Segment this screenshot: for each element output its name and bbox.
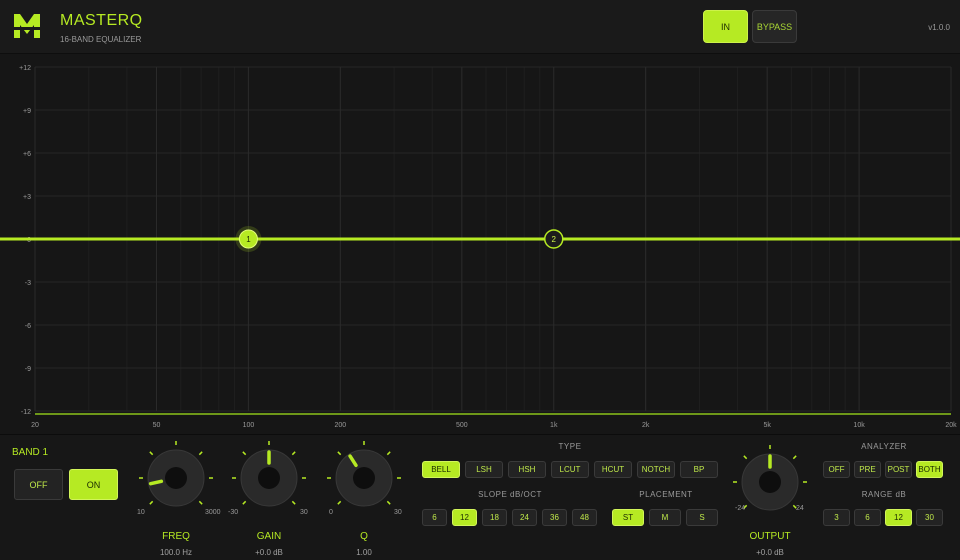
- output-value: +0.0 dB: [756, 548, 784, 557]
- placement-option-s[interactable]: S: [686, 509, 718, 526]
- freq-knob[interactable]: [138, 440, 214, 516]
- x-tick-label: 100: [243, 422, 255, 429]
- freq-label: FREQ: [162, 531, 190, 542]
- app-subtitle: 16-BAND EQUALIZER: [60, 35, 142, 44]
- analyzer-option-post[interactable]: POST: [885, 461, 912, 478]
- freq-value: 100.0 Hz: [159, 548, 193, 557]
- output-label: OUTPUT: [749, 531, 791, 542]
- y-tick-label: -9: [25, 366, 31, 373]
- knob-tick: [149, 500, 154, 505]
- type-option-notch[interactable]: NOTCH: [637, 461, 675, 478]
- y-tick-label: -12: [21, 409, 31, 416]
- app-title: MASTERQ: [60, 12, 143, 29]
- q-knob[interactable]: [326, 440, 402, 516]
- header-bar: MASTERQ 16-BAND EQUALIZER IN BYPASS v1.0…: [0, 0, 960, 54]
- x-tick-label: 10k: [853, 422, 865, 429]
- y-tick-label: +12: [19, 65, 31, 72]
- y-tick-label: -6: [25, 323, 31, 330]
- freq-max-label: 3000: [205, 509, 221, 516]
- y-tick-label: +6: [23, 151, 31, 158]
- band-node-2[interactable]: 2: [544, 229, 564, 249]
- placement-option-m[interactable]: M: [649, 509, 681, 526]
- knob-tick: [242, 500, 247, 505]
- knob-tick: [242, 451, 247, 456]
- in-button[interactable]: IN: [703, 10, 748, 43]
- placement-label: PLACEMENT: [639, 490, 693, 499]
- band-control-panel: BAND 1 OFF ON 10 3000 FREQ 100.0 Hz -30 …: [0, 434, 960, 560]
- y-tick-label: -3: [25, 280, 31, 287]
- q-label: Q: [360, 531, 368, 542]
- slope-option-12[interactable]: 12: [452, 509, 477, 526]
- gain-min-label: -30: [228, 509, 239, 516]
- x-tick-label: 500: [456, 422, 468, 429]
- knob-tick: [291, 451, 296, 456]
- slope-option-36[interactable]: 36: [542, 509, 567, 526]
- output-max-label: 24: [796, 505, 804, 512]
- type-label: TYPE: [558, 442, 582, 451]
- eq-plugin-window: MASTERQ 16-BAND EQUALIZER IN BYPASS v1.0…: [0, 0, 960, 560]
- output-min-label: -24: [735, 505, 746, 512]
- type-option-hsh[interactable]: HSH: [508, 461, 546, 478]
- knob-tick: [198, 451, 203, 456]
- q-min-label: 0: [329, 509, 333, 516]
- knob-tick: [386, 500, 391, 505]
- x-tick-label: 50: [153, 422, 161, 429]
- band-title: BAND 1: [12, 447, 49, 458]
- band-node-label: 2: [552, 235, 557, 244]
- type-option-bp[interactable]: BP: [680, 461, 718, 478]
- knob-tick: [386, 451, 391, 456]
- eq-graph[interactable]: +12+9+6+30-3-6-9-1220501002005001k2k5k10…: [0, 55, 960, 434]
- range-option-6[interactable]: 6: [854, 509, 881, 526]
- gain-knob[interactable]: [231, 440, 307, 516]
- knob-tick: [291, 500, 296, 505]
- slope-label: SLOPE dB/OCT: [478, 490, 542, 499]
- x-tick-label: 20: [31, 422, 39, 429]
- range-option-30[interactable]: 30: [916, 509, 943, 526]
- knob-tick: [337, 500, 342, 505]
- analyzer-option-both[interactable]: BOTH: [916, 461, 943, 478]
- analyzer-option-off[interactable]: OFF: [823, 461, 850, 478]
- x-tick-label: 1k: [550, 422, 558, 429]
- type-option-hcut[interactable]: HCUT: [594, 461, 632, 478]
- type-option-lcut[interactable]: LCUT: [551, 461, 589, 478]
- analyzer-option-pre[interactable]: PRE: [854, 461, 881, 478]
- q-max-label: 30: [394, 509, 402, 516]
- range-option-12[interactable]: 12: [885, 509, 912, 526]
- knob-tick: [337, 451, 342, 456]
- version-label: v1.0.0: [928, 23, 950, 32]
- x-tick-label: 5k: [763, 422, 771, 429]
- x-tick-label: 20k: [945, 422, 957, 429]
- q-value: 1.00: [356, 548, 372, 557]
- knob-tick: [198, 500, 203, 505]
- slope-option-24[interactable]: 24: [512, 509, 537, 526]
- freq-min-label: 10: [137, 509, 145, 516]
- band-node-label: 1: [246, 235, 251, 244]
- gain-value: +0.0 dB: [255, 548, 283, 557]
- slope-option-48[interactable]: 48: [572, 509, 597, 526]
- y-tick-label: +9: [23, 108, 31, 115]
- range-option-3[interactable]: 3: [823, 509, 850, 526]
- gain-max-label: 30: [300, 509, 308, 516]
- y-tick-label: +3: [23, 194, 31, 201]
- knob-tick: [149, 451, 154, 456]
- x-tick-label: 200: [334, 422, 346, 429]
- range-label: RANGE dB: [861, 490, 907, 499]
- type-option-lsh[interactable]: LSH: [465, 461, 503, 478]
- analyzer-label: ANALYZER: [861, 442, 907, 451]
- gain-label: GAIN: [256, 531, 282, 542]
- eq-graph-canvas[interactable]: +12+9+6+30-3-6-9-1220501002005001k2k5k10…: [0, 55, 960, 434]
- slope-option-6[interactable]: 6: [422, 509, 447, 526]
- type-option-bell[interactable]: BELL: [422, 461, 460, 478]
- placement-option-st[interactable]: ST: [612, 509, 644, 526]
- logo-icon: [12, 14, 42, 38]
- band-node-1[interactable]: 1: [235, 226, 262, 252]
- bypass-button[interactable]: BYPASS: [752, 10, 797, 43]
- band-off-button[interactable]: OFF: [14, 469, 63, 500]
- knob-indicator: [148, 479, 164, 486]
- x-tick-label: 2k: [642, 422, 650, 429]
- slope-option-18[interactable]: 18: [482, 509, 507, 526]
- band-on-button[interactable]: ON: [69, 469, 118, 500]
- knob-tick: [743, 455, 748, 460]
- knob-tick: [792, 455, 797, 460]
